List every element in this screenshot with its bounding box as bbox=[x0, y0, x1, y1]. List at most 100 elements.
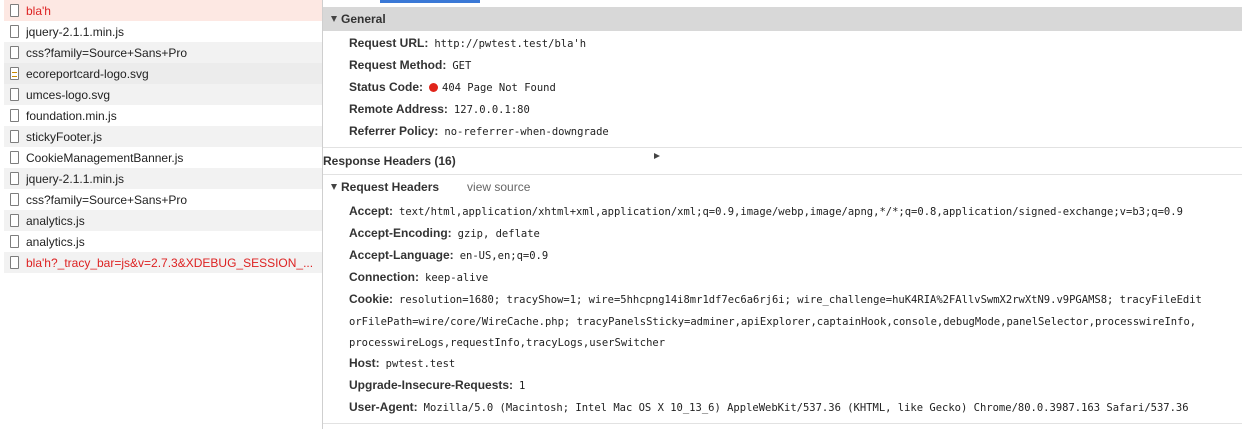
headers-panel: General Request URL: http://pwtest.test/b… bbox=[323, 0, 1242, 429]
request-method-value: GET bbox=[452, 60, 472, 72]
section-divider bbox=[323, 147, 1242, 148]
request-name: umces-logo.svg bbox=[26, 87, 111, 102]
document-icon bbox=[10, 109, 19, 122]
request-name: ecoreportcard-logo.svg bbox=[26, 66, 149, 81]
upgrade-insecure-label: Upgrade-Insecure-Requests: bbox=[349, 378, 514, 392]
request-method-label: Request Method: bbox=[349, 58, 447, 72]
connection-label: Connection: bbox=[349, 270, 419, 284]
expand-triangle-icon bbox=[331, 16, 337, 22]
document-icon bbox=[10, 193, 19, 206]
referrer-policy-row: Referrer Policy: no-referrer-when-downgra… bbox=[349, 124, 609, 138]
request-name: stickyFooter.js bbox=[26, 129, 103, 144]
user-agent-label: User-Agent: bbox=[349, 400, 418, 414]
request-list: bla'h jquery-2.1.1.min.js css?family=Sourc… bbox=[4, 0, 322, 273]
request-list-item[interactable]: bla'h bbox=[4, 0, 322, 21]
document-icon bbox=[10, 4, 19, 17]
request-list-item[interactable]: bla'h?_tracy_bar=js&v=2.7.3&XDEBUG_SESSI… bbox=[4, 252, 322, 273]
general-section-header[interactable]: General bbox=[323, 7, 1242, 31]
image-icon bbox=[10, 67, 19, 80]
accept-encoding-row: Accept-Encoding: gzip, deflate bbox=[349, 226, 540, 240]
view-source-link[interactable]: view source bbox=[467, 180, 530, 194]
host-row: Host: pwtest.test bbox=[349, 356, 455, 370]
document-icon bbox=[10, 46, 19, 59]
request-list-item[interactable]: analytics.js bbox=[4, 231, 322, 252]
request-name: jquery-2.1.1.min.js bbox=[26, 24, 125, 39]
active-tab-indicator bbox=[380, 0, 480, 3]
host-label: Host: bbox=[349, 356, 380, 370]
request-name: CookieManagementBanner.js bbox=[26, 150, 184, 165]
general-title: General bbox=[341, 12, 386, 26]
request-name: jquery-2.1.1.min.js bbox=[26, 171, 125, 186]
accept-row: Accept: text/html,application/xhtml+xml,a… bbox=[349, 204, 1183, 218]
referrer-policy-label: Referrer Policy: bbox=[349, 124, 439, 138]
request-name: foundation.min.js bbox=[26, 108, 117, 123]
request-list-item[interactable]: jquery-2.1.1.min.js bbox=[4, 168, 322, 189]
document-icon bbox=[10, 88, 19, 101]
remote-address-row: Remote Address: 127.0.0.1:80 bbox=[349, 102, 530, 116]
user-agent-value: Mozilla/5.0 (Macintosh; Intel Mac OS X 1… bbox=[423, 402, 1189, 414]
connection-row: Connection: keep-alive bbox=[349, 270, 488, 284]
document-icon bbox=[10, 25, 19, 38]
remote-address-value: 127.0.0.1:80 bbox=[453, 104, 530, 116]
request-url-row: Request URL: http://pwtest.test/bla'h bbox=[349, 36, 586, 50]
request-name: bla'h bbox=[26, 3, 51, 18]
status-code-row: Status Code: 404 Page Not Found bbox=[349, 80, 556, 94]
request-headers-title: Request Headers bbox=[341, 180, 440, 194]
request-url-value: http://pwtest.test/bla'h bbox=[434, 38, 587, 50]
expand-triangle-icon bbox=[331, 184, 337, 190]
request-name: analytics.js bbox=[26, 213, 85, 228]
status-code-value: 404 Page Not Found bbox=[442, 82, 556, 94]
cookie-continuation-row: orFilePath=wire/core/WireCache.php; trac… bbox=[349, 314, 1196, 328]
host-value: pwtest.test bbox=[385, 358, 456, 370]
cookie-value-line3: processwireLogs,requestInfo,tracyLogs,us… bbox=[349, 337, 666, 349]
accept-value: text/html,application/xhtml+xml,applicat… bbox=[399, 206, 1183, 218]
request-list-item[interactable]: jquery-2.1.1.min.js bbox=[4, 21, 322, 42]
cookie-label: Cookie: bbox=[349, 292, 394, 306]
request-list-item[interactable]: umces-logo.svg bbox=[4, 84, 322, 105]
accept-encoding-value: gzip, deflate bbox=[457, 228, 540, 240]
request-name: css?family=Source+Sans+Pro bbox=[26, 45, 188, 60]
accept-language-label: Accept-Language: bbox=[349, 248, 454, 262]
error-status-dot-icon bbox=[429, 83, 439, 92]
request-url-label: Request URL: bbox=[349, 36, 429, 50]
cookie-value-line2: orFilePath=wire/core/WireCache.php; trac… bbox=[349, 316, 1197, 328]
referrer-policy-value: no-referrer-when-downgrade bbox=[444, 126, 609, 138]
request-name: css?family=Source+Sans+Pro bbox=[26, 192, 188, 207]
cookie-continuation-row: processwireLogs,requestInfo,tracyLogs,us… bbox=[349, 335, 665, 349]
request-list-item[interactable]: ecoreportcard-logo.svg bbox=[4, 63, 322, 84]
upgrade-insecure-row: Upgrade-Insecure-Requests: 1 bbox=[349, 378, 525, 392]
request-list-item[interactable]: css?family=Source+Sans+Pro bbox=[4, 42, 322, 63]
connection-value: keep-alive bbox=[425, 272, 489, 284]
request-name: bla'h?_tracy_bar=js&v=2.7.3&XDEBUG_SESSI… bbox=[26, 255, 314, 270]
cookie-row: Cookie: resolution=1680; tracyShow=1; wir… bbox=[349, 292, 1202, 306]
document-icon bbox=[10, 256, 19, 269]
request-name: analytics.js bbox=[26, 234, 85, 249]
request-method-row: Request Method: GET bbox=[349, 58, 471, 72]
accept-language-row: Accept-Language: en-US,en;q=0.9 bbox=[349, 248, 548, 262]
accept-encoding-label: Accept-Encoding: bbox=[349, 226, 452, 240]
section-divider bbox=[323, 174, 1242, 175]
request-list-item[interactable]: foundation.min.js bbox=[4, 105, 322, 126]
request-list-item[interactable]: css?family=Source+Sans+Pro bbox=[4, 189, 322, 210]
document-icon bbox=[10, 151, 19, 164]
collapse-triangle-icon bbox=[654, 153, 660, 159]
request-list-item[interactable]: analytics.js bbox=[4, 210, 322, 231]
status-code-label: Status Code: bbox=[349, 80, 424, 94]
document-icon bbox=[10, 130, 19, 143]
user-agent-row: User-Agent: Mozilla/5.0 (Macintosh; Intel… bbox=[349, 400, 1189, 414]
document-icon bbox=[10, 214, 19, 227]
request-list-item[interactable]: CookieManagementBanner.js bbox=[4, 147, 322, 168]
upgrade-insecure-value: 1 bbox=[519, 380, 526, 392]
accept-language-value: en-US,en;q=0.9 bbox=[459, 250, 549, 262]
remote-address-label: Remote Address: bbox=[349, 102, 448, 116]
request-list-item[interactable]: stickyFooter.js bbox=[4, 126, 322, 147]
response-headers-section-header[interactable]: Response Headers (16) bbox=[323, 153, 1242, 169]
accept-label: Accept: bbox=[349, 204, 394, 218]
document-icon bbox=[10, 235, 19, 248]
request-list-panel: bla'h jquery-2.1.1.min.js css?family=Sourc… bbox=[0, 0, 323, 429]
request-headers-section-header[interactable]: Request Headers view source bbox=[323, 179, 1242, 195]
document-icon bbox=[10, 172, 19, 185]
section-divider bbox=[323, 423, 1242, 424]
response-headers-title: Response Headers (16) bbox=[323, 154, 456, 168]
cookie-value-line1: resolution=1680; tracyShow=1; wire=5hhcp… bbox=[399, 294, 1202, 306]
